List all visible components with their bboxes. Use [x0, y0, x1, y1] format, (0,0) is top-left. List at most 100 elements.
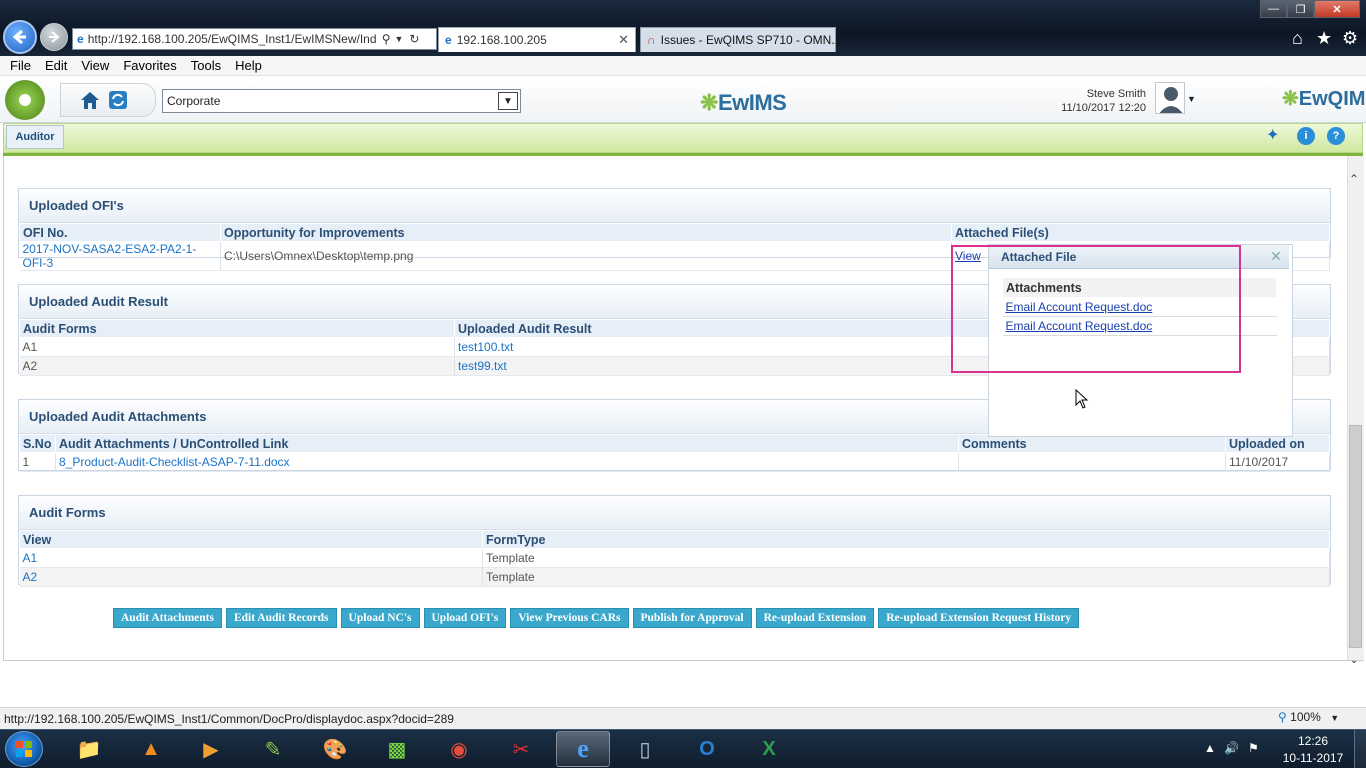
clock-time[interactable]: 12:26 — [1285, 734, 1341, 748]
media-player-icon[interactable]: ▶ — [184, 731, 238, 767]
show-desktop-button[interactable] — [1354, 730, 1366, 768]
browser-tab-issues[interactable]: ∩ Issues - EwQIMS SP710 - OMN... — [640, 27, 841, 52]
internet-explorer-icon[interactable]: e — [556, 731, 610, 767]
start-button[interactable] — [5, 731, 43, 767]
col-header: Attached File(s) — [951, 223, 1330, 242]
form-view-link[interactable]: A2 — [23, 570, 38, 584]
arrow-left-icon — [12, 29, 26, 45]
home-icon[interactable]: ⌂ — [1292, 28, 1303, 49]
attachment-comments — [958, 452, 1226, 472]
browser-tab-active[interactable]: e 192.168.100.205 ✕ — [438, 27, 636, 52]
snipping-tool-icon[interactable]: ✂ — [494, 731, 548, 767]
col-header: View — [19, 530, 483, 549]
view-previous-cars-button[interactable]: View Previous CARs — [510, 608, 629, 628]
chevron-down-icon[interactable]: ⌄ — [1349, 652, 1359, 666]
upload-nc-button[interactable]: Upload NC's — [340, 608, 420, 628]
ewqims-logo: ❋EwQIMS — [1282, 88, 1366, 110]
col-header: Uploaded on — [1225, 434, 1330, 453]
network-icon[interactable]: ⚑ — [1248, 741, 1259, 755]
form-view-link[interactable]: A1 — [23, 551, 38, 565]
greenshot-icon[interactable]: ▩ — [370, 731, 424, 767]
menu-favorites[interactable]: Favorites — [123, 58, 176, 73]
chrome-icon[interactable]: ◉ — [432, 731, 486, 767]
ofi-number-link[interactable]: 2017-NOV-SASA2-ESA2-PA2-1-OFI-3 — [23, 242, 197, 270]
favorites-star-icon[interactable]: ★ — [1316, 28, 1332, 49]
file-explorer-icon[interactable]: 📁 — [62, 731, 116, 767]
menu-help[interactable]: Help — [235, 58, 262, 73]
close-icon[interactable]: ✕ — [1270, 248, 1282, 265]
excel-icon[interactable]: X — [742, 731, 796, 767]
app-logo-icon[interactable] — [5, 80, 45, 120]
audit-attachments-button[interactable]: Audit Attachments — [113, 608, 222, 628]
reupload-history-button[interactable]: Re-upload Extension Request History — [878, 608, 1080, 628]
highlight-box — [951, 245, 1241, 373]
scrollbar-thumb[interactable] — [1349, 425, 1362, 648]
zoom-level: 100% — [1290, 710, 1321, 724]
ie-tab-icon: e — [445, 33, 452, 47]
zoom-control[interactable]: ⚲ 100% ▼ — [1278, 710, 1339, 724]
maximize-button[interactable]: ❐ — [1287, 0, 1314, 18]
forward-button[interactable] — [40, 23, 68, 51]
minimize-button[interactable]: — — [1260, 0, 1287, 18]
paint-icon[interactable]: 🎨 — [308, 731, 362, 767]
vlc-icon[interactable]: ▲ — [124, 731, 178, 767]
chevron-up-icon[interactable]: ⌃ — [1349, 172, 1359, 186]
notepad-icon[interactable]: ▯ — [618, 731, 672, 767]
col-header: Opportunity for Improvements — [220, 223, 952, 242]
audit-forms-table: View FormType A1 Template A2 Template — [19, 530, 1330, 587]
publish-approval-button[interactable]: Publish for Approval — [632, 608, 752, 628]
col-header: FormType — [482, 530, 1330, 549]
address-bar[interactable]: e http://192.168.100.205/EwQIMS_Inst1/Ew… — [72, 28, 437, 50]
pin-icon[interactable]: ✦ — [1266, 125, 1279, 145]
attachment-link[interactable]: 8_Product-Audit-Checklist-ASAP-7-11.docx — [59, 455, 290, 469]
restore-icon: ❐ — [1295, 3, 1306, 16]
module-bar — [3, 123, 1363, 153]
action-buttons: Audit Attachments Edit Audit Records Upl… — [113, 608, 1083, 628]
audit-forms-title: Audit Forms — [19, 496, 1330, 530]
close-icon: ✕ — [1332, 3, 1342, 16]
tab-auditor[interactable]: Auditor — [6, 125, 64, 149]
info-icon[interactable]: i — [1297, 127, 1315, 145]
audit-result-link[interactable]: test100.txt — [458, 340, 513, 354]
table-row: A1 Template — [19, 548, 1330, 568]
menu-edit[interactable]: Edit — [45, 58, 67, 73]
volume-icon[interactable]: 🔊 — [1224, 741, 1239, 755]
user-name: Steve Smith — [1086, 88, 1146, 100]
refresh-icon[interactable] — [108, 90, 128, 110]
audit-form: A1 — [19, 337, 455, 357]
help-icon[interactable]: ? — [1327, 127, 1345, 145]
ofi-opportunity: C:\Users\Omnex\Desktop\temp.png — [220, 241, 952, 271]
clock-date[interactable]: 10-11-2017 — [1280, 751, 1346, 765]
upload-ofi-button[interactable]: Upload OFI's — [423, 608, 507, 628]
browser-tab-label: Issues - EwQIMS SP710 - OMN... — [660, 33, 842, 47]
col-header: Comments — [958, 434, 1226, 453]
browser-tab-label: 192.168.100.205 — [456, 33, 547, 47]
chevron-down-icon[interactable]: ▼ — [1187, 94, 1196, 104]
table-row: 1 8_Product-Audit-Checklist-ASAP-7-11.do… — [19, 452, 1330, 472]
audit-result-link[interactable]: test99.txt — [458, 359, 507, 373]
search-icon[interactable]: ⚲ — [382, 32, 391, 46]
reupload-extension-button[interactable]: Re-upload Extension — [755, 608, 875, 628]
avatar[interactable] — [1155, 82, 1185, 114]
attachments-table: S.No Audit Attachments / UnControlled Li… — [19, 434, 1330, 472]
organization-select[interactable]: Corporate ▼ — [162, 89, 521, 113]
chart-app-icon[interactable]: ✎ — [246, 731, 300, 767]
back-button[interactable] — [3, 20, 37, 54]
settings-gear-icon[interactable]: ⚙ — [1342, 28, 1358, 49]
chevron-down-icon[interactable]: ▼ — [394, 34, 403, 44]
tray-expand-icon[interactable]: ▲ — [1204, 741, 1216, 755]
home-icon[interactable] — [79, 89, 101, 111]
close-tab-icon[interactable]: ✕ — [618, 32, 629, 48]
form-type: Template — [482, 567, 1330, 587]
chevron-down-icon[interactable]: ▼ — [498, 92, 518, 110]
address-url: http://192.168.100.205/EwQIMS_Inst1/EwIM… — [87, 32, 377, 46]
form-type: Template — [482, 548, 1330, 568]
issues-tab-icon: ∩ — [647, 33, 656, 47]
edit-audit-records-button[interactable]: Edit Audit Records — [225, 608, 337, 628]
menu-tools[interactable]: Tools — [191, 58, 221, 73]
refresh-icon[interactable]: ↻ — [409, 32, 419, 46]
close-window-button[interactable]: ✕ — [1314, 0, 1360, 18]
outlook-icon[interactable]: O — [680, 731, 734, 767]
menu-view[interactable]: View — [81, 58, 109, 73]
menu-file[interactable]: File — [10, 58, 31, 73]
